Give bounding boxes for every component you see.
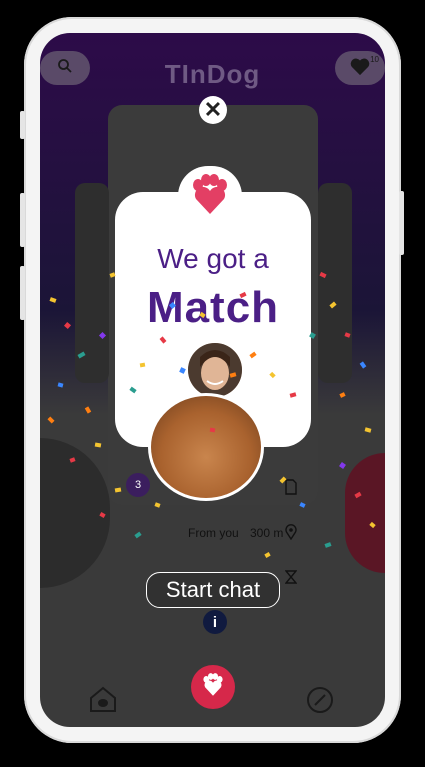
close-icon: ✕ — [203, 97, 223, 122]
home-icon[interactable] — [88, 685, 118, 720]
app-screen: TInDog 10 ✕ We got a Match 3 From you 30… — [40, 33, 385, 727]
app-title: TInDog — [164, 59, 261, 89]
dog-photo — [151, 396, 261, 498]
likes-button[interactable]: 10 — [335, 51, 385, 85]
close-button[interactable]: ✕ — [199, 96, 227, 124]
profile-icon[interactable] — [305, 685, 335, 722]
paw-badge — [178, 166, 242, 228]
phone-side-button — [20, 111, 25, 139]
location-icon — [285, 524, 297, 545]
info-button[interactable]: i — [203, 610, 227, 634]
phone-side-button — [20, 193, 25, 247]
wave-shape-right — [345, 453, 385, 573]
phone-side-button — [399, 191, 404, 255]
side-card-right — [318, 183, 352, 383]
match-headline-line1: We got a — [157, 243, 269, 274]
hourglass-icon — [284, 570, 298, 589]
paw-icon — [200, 672, 226, 703]
match-paw-button[interactable] — [191, 665, 235, 709]
like-count-badge: 10 — [370, 55, 379, 64]
user-avatar — [186, 341, 244, 399]
start-chat-button[interactable]: Start chat — [146, 572, 280, 608]
heart-icon — [349, 56, 371, 81]
top-bar: TInDog 10 — [40, 33, 385, 93]
from-label: From you — [188, 526, 239, 540]
count-badge: 3 — [126, 473, 150, 497]
distance-value: 300 m — [250, 526, 284, 540]
phone-side-button — [20, 266, 25, 320]
dog-avatar — [148, 393, 264, 501]
paw-icon — [187, 172, 233, 223]
match-headline-line2: Match — [146, 283, 280, 332]
document-icon — [285, 479, 297, 500]
